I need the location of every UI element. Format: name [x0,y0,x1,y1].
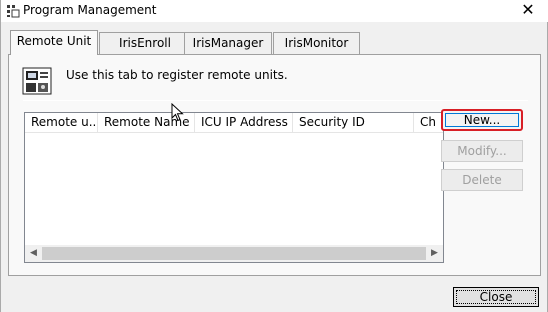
remote-unit-tab-panel: Use this tab to register remote units. R… [8,54,541,276]
column-header-security-id[interactable]: Security ID [293,113,414,133]
close-button[interactable]: Close [453,287,539,307]
scroll-left-icon[interactable]: ◀ [25,245,42,262]
tab-irismanager[interactable]: IrisManager [184,32,272,54]
close-window-icon[interactable]: ✕ [519,1,537,19]
title-bar: Program Management ✕ [1,0,548,22]
mouse-cursor-icon [171,103,184,122]
scroll-right-icon[interactable]: ▶ [426,245,443,262]
focus-ring [456,290,536,304]
delete-button-label: Delete [462,173,502,187]
remote-units-list[interactable]: Remote u... Remote Name ICU IP Address S… [24,112,444,263]
column-header-icu-ip-address[interactable]: ICU IP Address [195,113,293,133]
tab-remote-unit[interactable]: Remote Unit [10,30,98,55]
focus-ring [445,113,519,127]
tab-label: IrisManager [192,36,264,50]
modify-button[interactable]: Modify... [441,140,523,162]
tab-irismonitor[interactable]: IrisMonitor [273,32,360,54]
horizontal-scrollbar[interactable]: ◀ ▶ [25,245,443,262]
program-management-window: Program Management ✕ Remote Unit IrisEnr… [0,0,548,312]
app-icon [7,5,20,18]
list-header: Remote u... Remote Name ICU IP Address S… [25,113,443,133]
new-button[interactable]: New... [441,109,523,131]
window-title: Program Management [23,3,157,17]
column-header-remote-unit[interactable]: Remote u... [25,113,98,133]
scrollbar-thumb[interactable] [42,247,426,260]
divider [23,100,528,101]
delete-button[interactable]: Delete [441,169,523,191]
tab-label: IrisEnroll [119,36,171,50]
tab-irisenroll[interactable]: IrisEnroll [99,32,191,54]
column-header-ch[interactable]: Ch [414,113,443,133]
tab-label: Remote Unit [16,34,92,48]
tab-label: IrisMonitor [284,36,349,50]
remote-unit-icon [22,67,52,95]
modify-button-label: Modify... [457,144,507,158]
tab-description: Use this tab to register remote units. [66,68,288,82]
